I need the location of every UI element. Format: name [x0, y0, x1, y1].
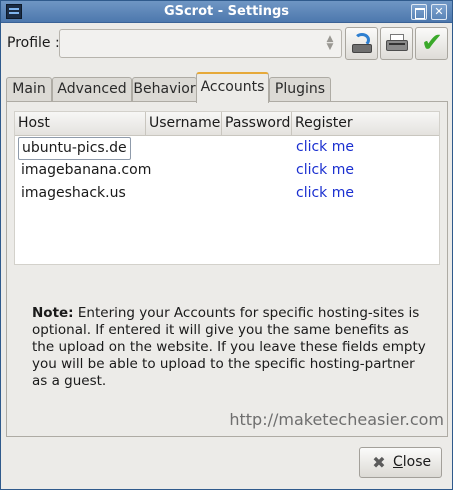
close-button-label: Close	[393, 454, 432, 470]
register-link[interactable]: click me	[296, 160, 354, 183]
checkmark-icon: ✔	[421, 28, 443, 58]
note-prefix: Note:	[32, 305, 74, 321]
apply-profile-button[interactable]: ✔	[415, 27, 448, 60]
table-row[interactable]: imageshack.us click me	[15, 183, 439, 206]
accounts-note: Note: Entering your Accounts for specifi…	[32, 305, 432, 390]
column-header-password[interactable]: Password	[222, 112, 292, 136]
import-profile-icon	[351, 33, 373, 55]
table-header: Host Username Password Register	[15, 112, 439, 136]
column-header-register[interactable]: Register	[292, 112, 439, 136]
title-bar[interactable]: GScrot - Settings ✕	[1, 1, 452, 23]
tab-accounts[interactable]: Accounts	[196, 72, 269, 103]
save-profile-button[interactable]	[380, 27, 413, 60]
table-row[interactable]: ubuntu-pics.de click me	[15, 137, 439, 160]
profile-combobox[interactable]: ▲ ▼	[59, 29, 342, 58]
close-button[interactable]: ✖ Close	[359, 447, 442, 478]
close-icon: ✖	[372, 453, 386, 472]
settings-window: GScrot - Settings ✕ Profile : ▲ ▼ ✔ Main …	[0, 0, 453, 490]
import-profile-button[interactable]	[345, 27, 378, 60]
window-title: GScrot - Settings	[163, 4, 290, 19]
watermark-text: http://maketecheasier.com	[229, 410, 444, 429]
tab-main[interactable]: Main	[6, 77, 52, 102]
note-text: Entering your Accounts for specific host…	[32, 305, 426, 389]
close-window-button[interactable]: ✕	[431, 4, 447, 20]
tab-advanced[interactable]: Advanced	[52, 77, 132, 102]
host-cell[interactable]: ubuntu-pics.de	[18, 137, 131, 160]
tab-behavior[interactable]: Behavior	[132, 77, 197, 102]
table-row[interactable]: imagebanana.com click me	[15, 160, 439, 183]
profile-label: Profile :	[7, 35, 60, 51]
column-header-username[interactable]: Username	[146, 112, 222, 136]
host-cell[interactable]: imagebanana.com	[18, 160, 154, 183]
accounts-table[interactable]: Host Username Password Register ubuntu-p…	[14, 111, 440, 265]
register-link[interactable]: click me	[296, 137, 354, 160]
maximize-button[interactable]	[411, 4, 427, 20]
tab-plugins[interactable]: Plugins	[269, 77, 331, 102]
register-link[interactable]: click me	[296, 183, 354, 206]
printer-icon	[386, 34, 408, 54]
combo-arrows-icon: ▲ ▼	[326, 34, 334, 52]
host-cell[interactable]: imageshack.us	[18, 183, 129, 206]
column-header-host[interactable]: Host	[15, 112, 146, 136]
accounts-panel: Host Username Password Register ubuntu-p…	[6, 101, 448, 437]
